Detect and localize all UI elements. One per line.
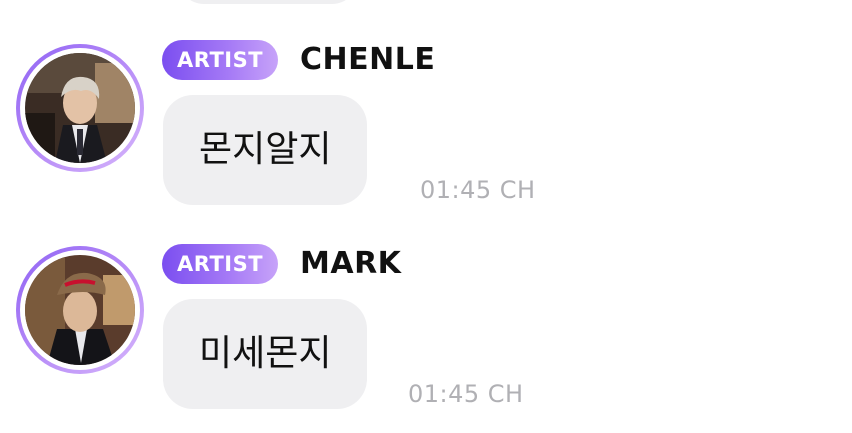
avatar-photo bbox=[25, 255, 135, 365]
chat-thread: ARTIST CHENLE 몬지알지 01:45 CH ARTIST MARK … bbox=[0, 0, 852, 433]
author-name[interactable]: MARK bbox=[300, 246, 401, 281]
avatar[interactable] bbox=[16, 246, 144, 374]
message-bubble[interactable]: 미세몬지 bbox=[163, 299, 368, 409]
avatar-photo-image bbox=[25, 255, 135, 365]
author-name[interactable]: CHENLE bbox=[300, 42, 435, 77]
previous-message-bubble[interactable] bbox=[178, 0, 358, 4]
artist-badge: ARTIST bbox=[162, 244, 279, 284]
avatar-photo bbox=[25, 53, 135, 163]
message-timestamp: 01:45 CH bbox=[420, 176, 536, 204]
avatar[interactable] bbox=[16, 44, 144, 172]
message-bubble[interactable]: 몬지알지 bbox=[163, 95, 368, 205]
artist-badge: ARTIST bbox=[162, 40, 279, 80]
avatar-photo-image bbox=[25, 53, 135, 163]
avatar-ring bbox=[20, 48, 140, 168]
avatar-ring bbox=[20, 250, 140, 370]
message-timestamp: 01:45 CH bbox=[408, 380, 524, 408]
